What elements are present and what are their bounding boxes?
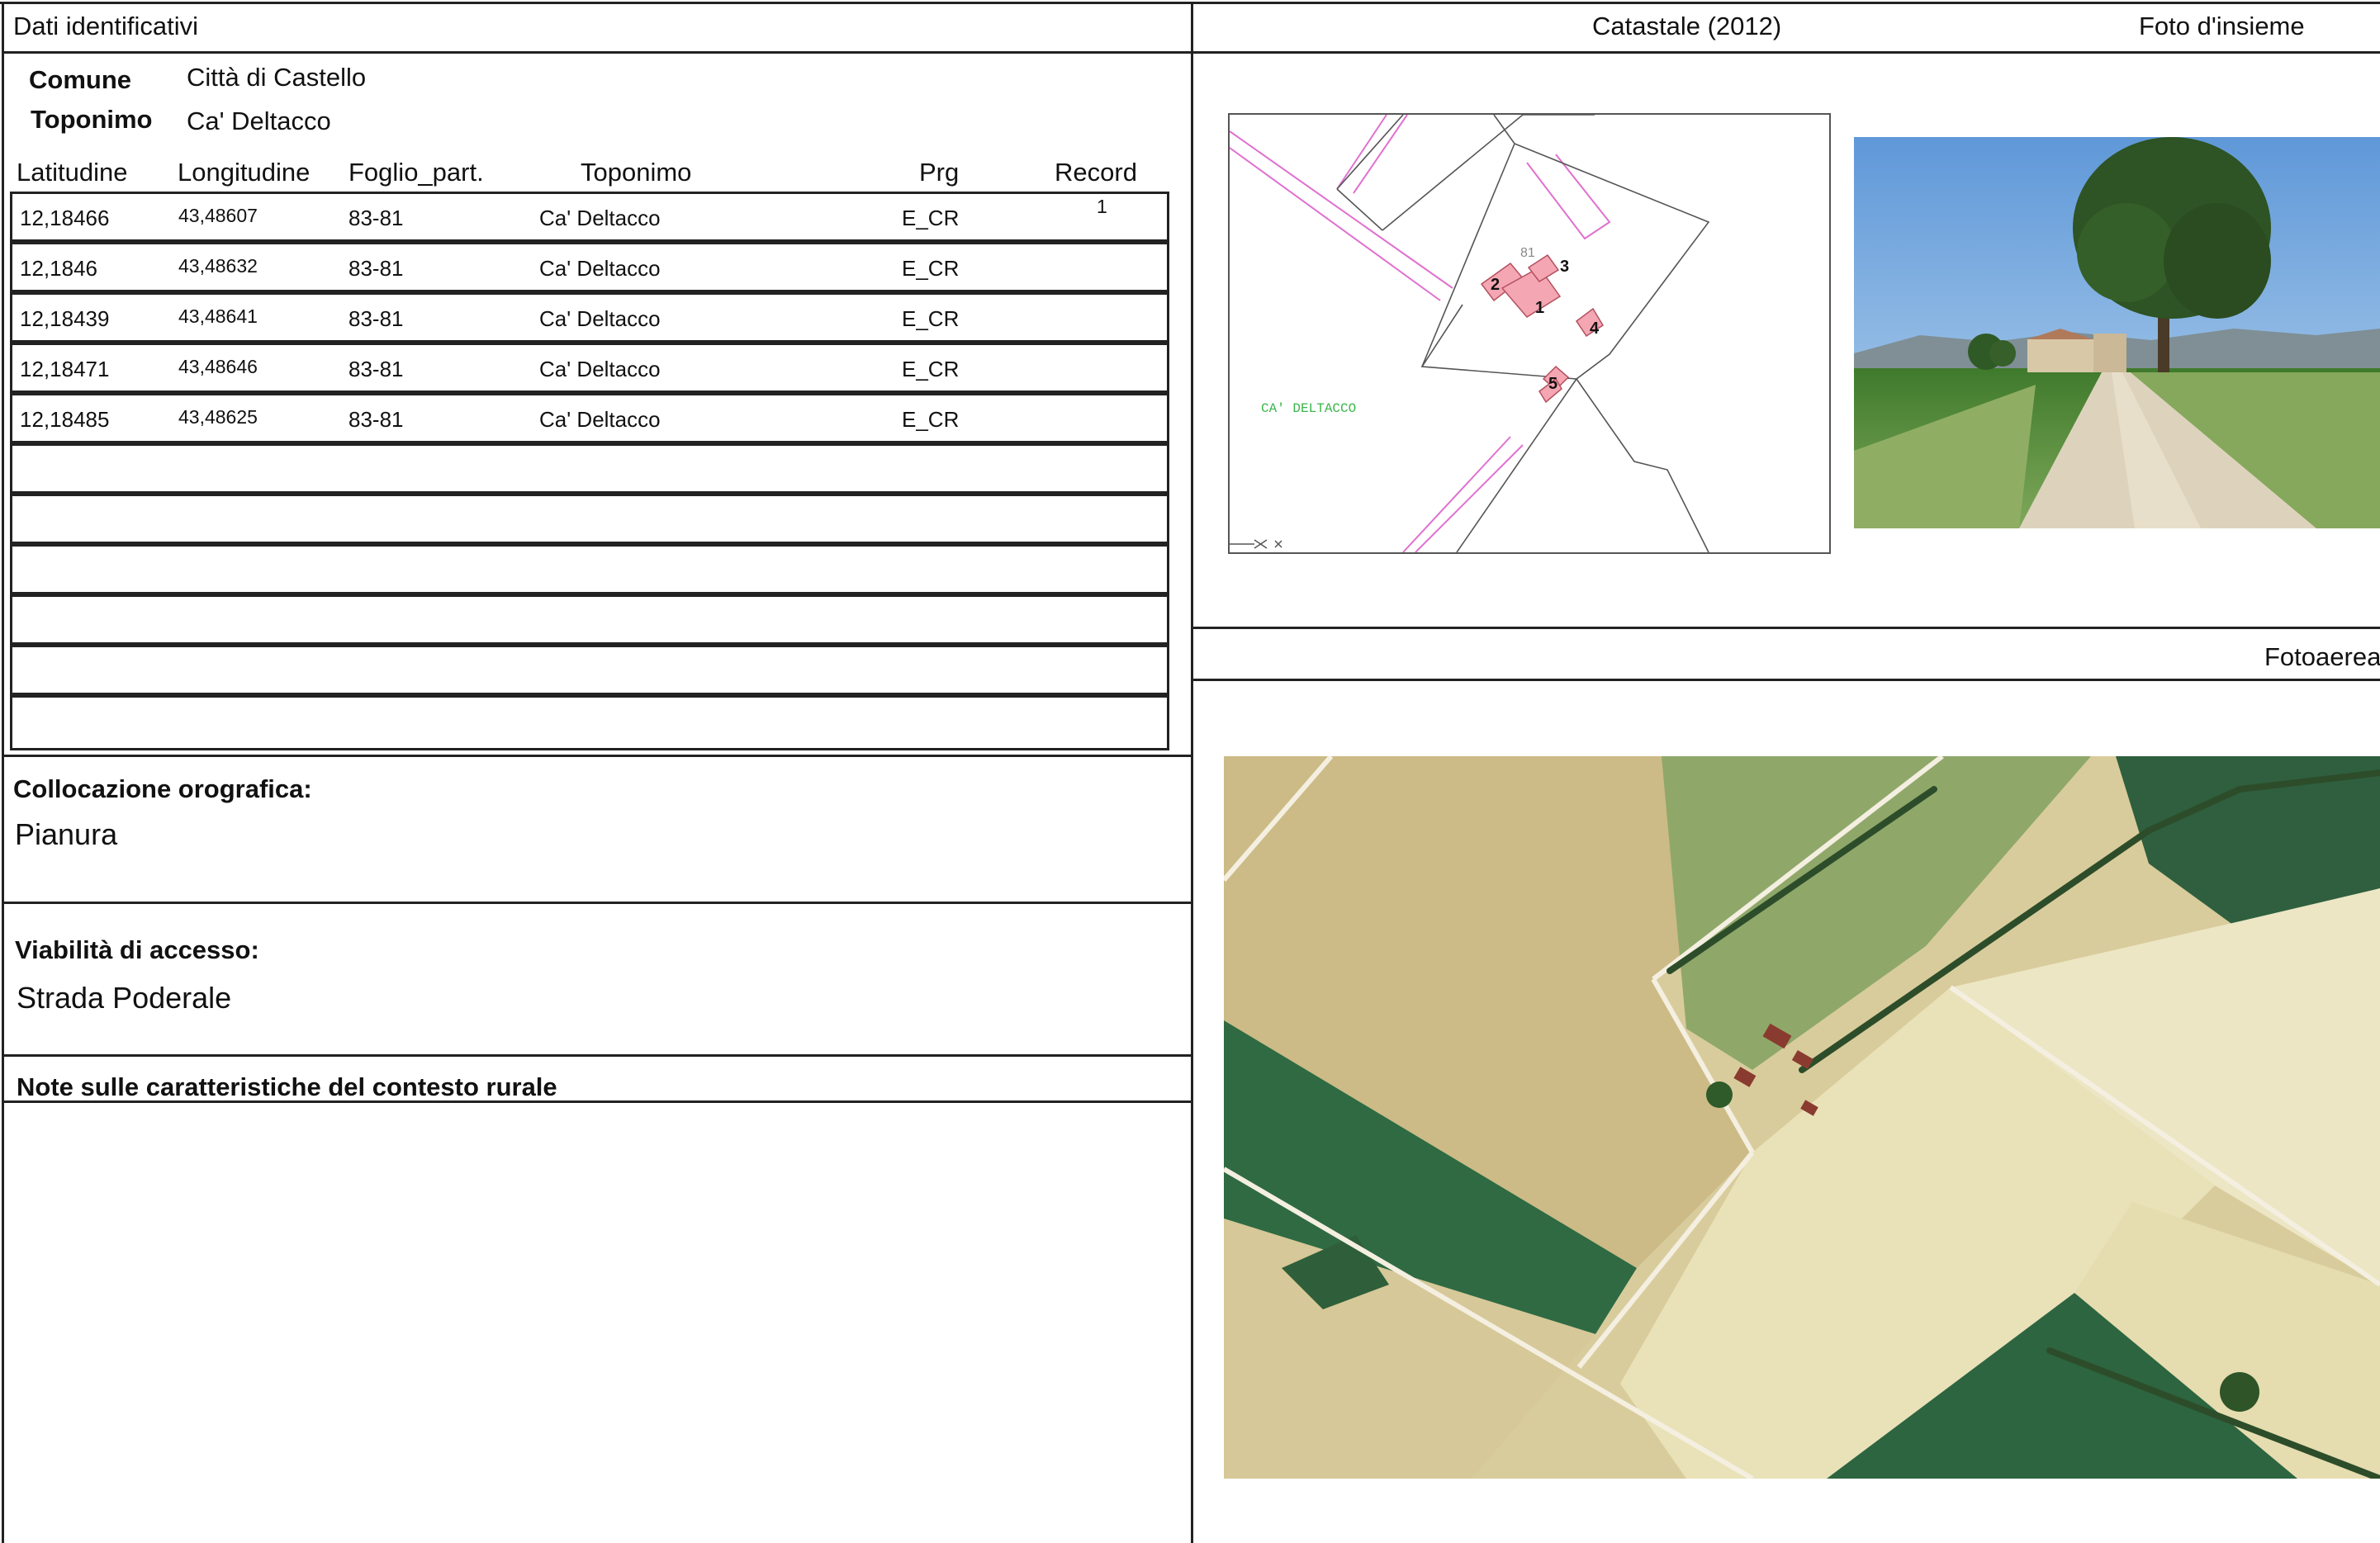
cadastral-map: 81 1 2 3 4 5 CA' DELTACCO [1228, 113, 1831, 554]
cell-longitudine: 43,48641 [178, 305, 258, 327]
cell-toponimo: Ca' Deltacco [539, 256, 661, 281]
cell-latitudine: 12,18485 [20, 407, 110, 432]
collocazione-value: Pianura [15, 817, 118, 851]
cell-toponimo: Ca' Deltacco [539, 306, 661, 331]
table-row: 12,18466 43,48607 83-81 Ca' Deltacco E_C… [10, 192, 1169, 242]
map-building-label: 4 [1590, 319, 1600, 338]
catastale-header: Catastale (2012) [1592, 12, 1782, 40]
divider-note [2, 1054, 1192, 1057]
cell-prg: E_CR [902, 256, 960, 281]
map-building-label: 5 [1548, 375, 1557, 393]
divider-fotoaerea-top [1191, 627, 2380, 629]
comune-value: Città di Castello [187, 63, 367, 92]
map-building-label: 3 [1560, 258, 1569, 276]
toponimo-value: Ca' Deltacco [187, 106, 331, 135]
table-row [10, 443, 1169, 494]
cell-prg: E_CR [902, 357, 960, 381]
divider-viabilita [2, 902, 1192, 904]
table-row [10, 645, 1169, 695]
col-header-latitudine: Latitudine [17, 158, 128, 187]
divider-collocazione [2, 755, 1192, 757]
cell-foglio: 83-81 [348, 206, 404, 230]
cell-latitudine: 12,18439 [20, 306, 110, 331]
map-parcel-number: 81 [1520, 246, 1535, 260]
cell-longitudine: 43,48607 [178, 205, 258, 226]
table-row: 12,1846 43,48632 83-81 Ca' Deltacco E_CR [10, 242, 1169, 292]
table-row [10, 594, 1169, 645]
cell-toponimo: Ca' Deltacco [539, 357, 661, 381]
col-header-prg: Prg [919, 158, 960, 187]
cell-record: 1 [1097, 196, 1107, 217]
cell-prg: E_CR [902, 306, 960, 331]
table-row [10, 695, 1169, 750]
cadastral-map-drawing: 81 1 2 3 4 5 CA' DELTACCO [1230, 115, 1710, 552]
cell-latitudine: 12,18466 [20, 206, 110, 230]
map-building-label: 2 [1491, 276, 1500, 294]
cell-latitudine: 12,1846 [20, 256, 97, 281]
note-label: Note sulle caratteristiche del contesto … [17, 1072, 557, 1101]
cell-foglio: 83-81 [348, 306, 404, 331]
cell-longitudine: 43,48632 [178, 255, 258, 277]
map-building-label: 1 [1535, 299, 1544, 317]
collocazione-label: Collocazione orografica: [13, 774, 312, 803]
table-row: 12,18439 43,48641 83-81 Ca' Deltacco E_C… [10, 292, 1169, 343]
col-header-toponimo: Toponimo [581, 158, 692, 187]
cell-longitudine: 43,48646 [178, 356, 258, 377]
cell-toponimo: Ca' Deltacco [539, 206, 661, 230]
cell-latitudine: 12,18471 [20, 357, 110, 381]
viabilita-label: Viabilità di accesso: [15, 935, 259, 964]
table-row [10, 544, 1169, 594]
column-divider [1191, 2, 1193, 1543]
cell-foglio: 83-81 [348, 357, 404, 381]
table-row: 12,18485 43,48625 83-81 Ca' Deltacco E_C… [10, 393, 1169, 443]
aerial-photo-drawing [1224, 756, 2380, 1479]
divider-note-bottom [2, 1100, 1192, 1103]
comune-label: Comune [29, 65, 131, 94]
cell-foglio: 83-81 [348, 256, 404, 281]
map-place-label: CA' DELTACCO [1261, 401, 1356, 416]
col-header-foglio: Foglio_part. [348, 158, 484, 187]
col-header-record: Record [1055, 158, 1137, 187]
frame-left [2, 2, 4, 1543]
section-header-dati: Dati identificativi [13, 12, 198, 40]
header-underline [2, 51, 2380, 54]
viabilita-value: Strada Poderale [17, 981, 232, 1015]
aerial-photo [1224, 756, 2380, 1479]
cell-foglio: 83-81 [348, 407, 404, 432]
table-row: 12,18471 43,48646 83-81 Ca' Deltacco E_C… [10, 343, 1169, 393]
cell-prg: E_CR [902, 206, 960, 230]
table-row [10, 494, 1169, 544]
cell-toponimo: Ca' Deltacco [539, 407, 661, 432]
overview-photo [1854, 137, 2380, 528]
fotoaerea-header: Fotoaerea [2264, 642, 2380, 671]
cell-longitudine: 43,48625 [178, 406, 258, 428]
foto-insieme-header: Foto d'insieme [2139, 12, 2305, 40]
col-header-longitudine: Longitudine [178, 158, 311, 187]
frame-top [0, 2, 2380, 4]
toponimo-label: Toponimo [31, 105, 153, 134]
cell-prg: E_CR [902, 407, 960, 432]
divider-fotoaerea-bottom [1191, 679, 2380, 681]
overview-photo-drawing [1854, 137, 2380, 528]
